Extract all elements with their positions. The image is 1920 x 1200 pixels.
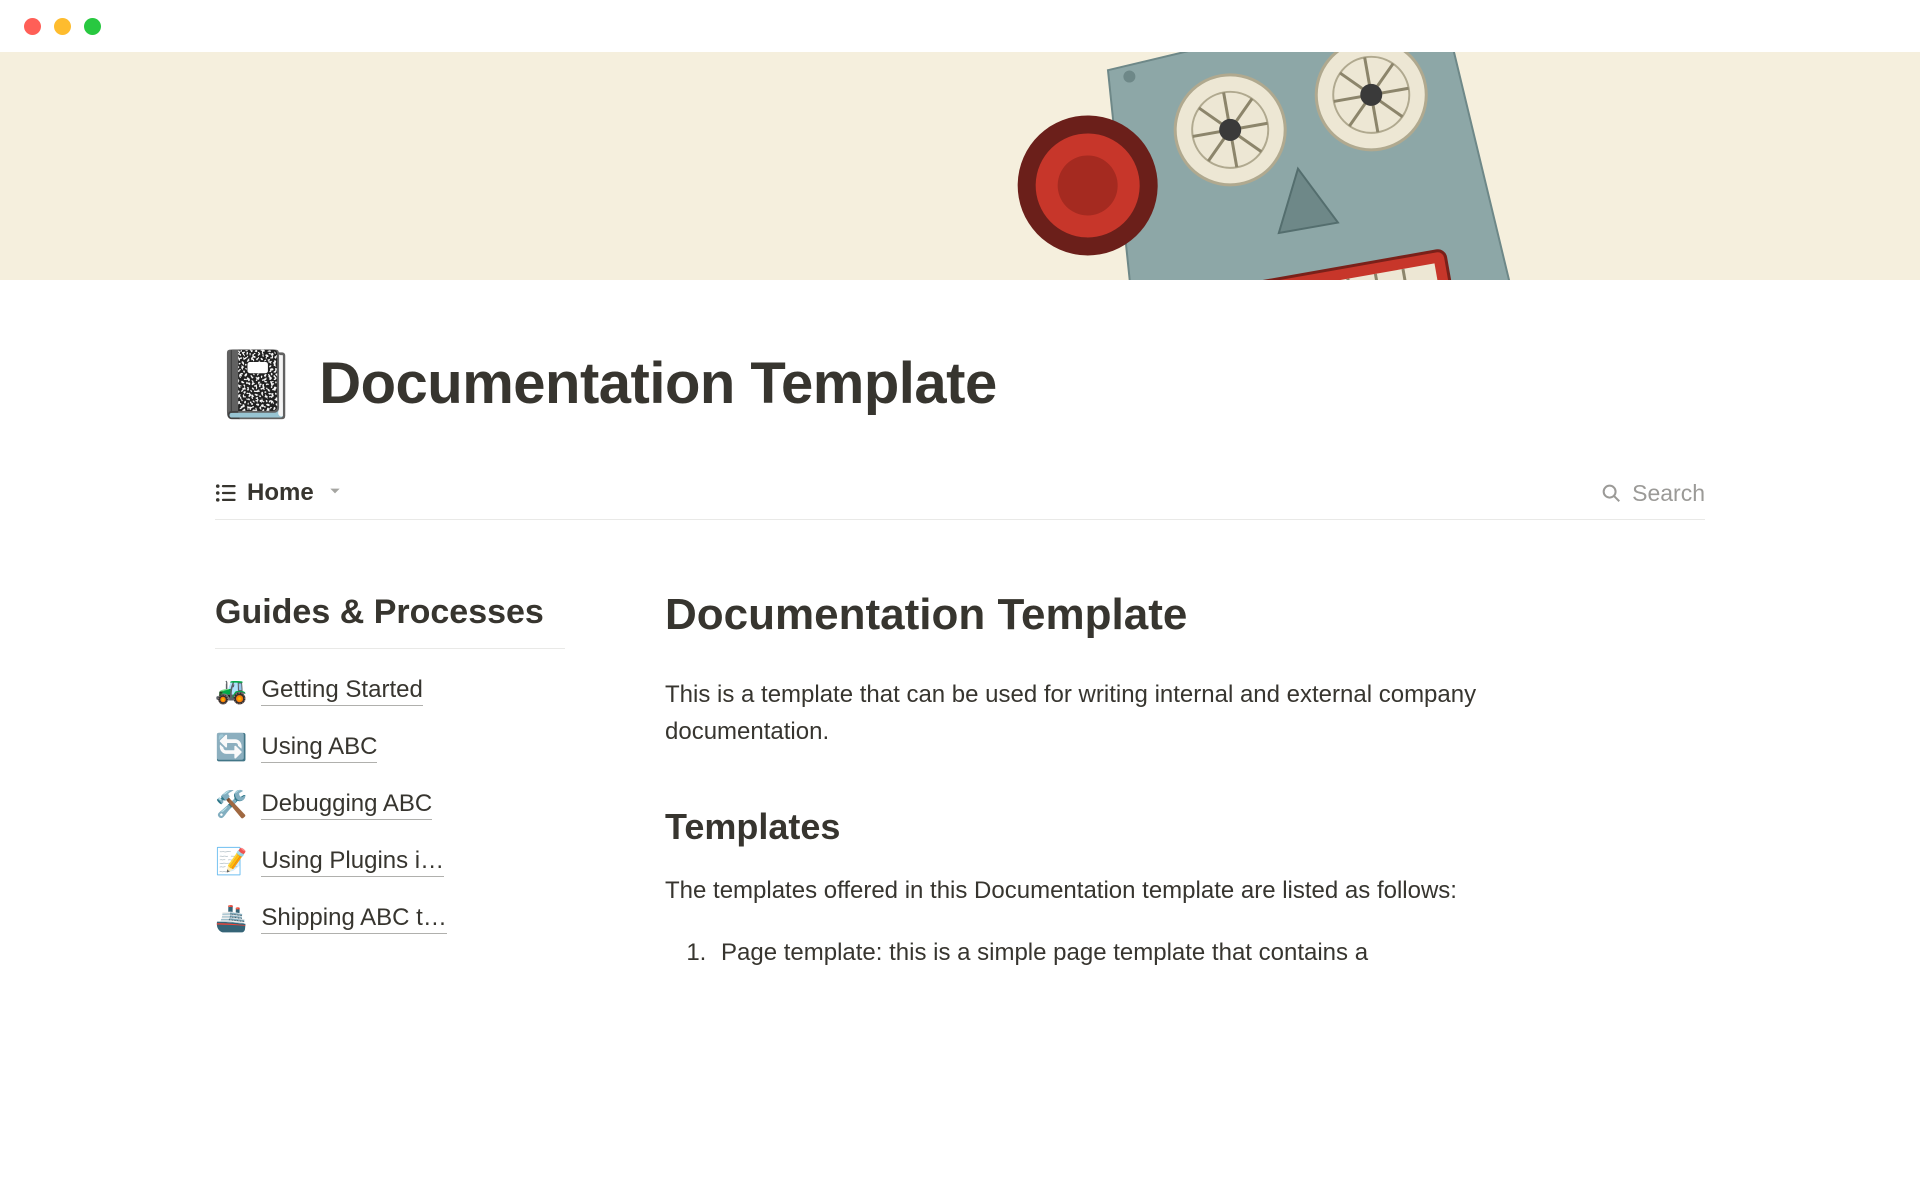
refresh-icon: 🔄 xyxy=(215,732,247,763)
chevron-down-icon xyxy=(328,484,342,503)
maximize-window-button[interactable] xyxy=(84,18,101,35)
main-content: Documentation Template This is a templat… xyxy=(665,590,1615,971)
sidebar-heading: Guides & Processes xyxy=(215,590,565,649)
sidebar-item-debugging-abc[interactable]: 🛠️ Debugging ABC xyxy=(215,789,565,820)
search-icon xyxy=(1600,482,1622,504)
sidebar-item-label: Using Plugins i… xyxy=(261,847,444,877)
list-view-icon xyxy=(215,482,237,504)
search-button[interactable]: Search xyxy=(1600,480,1705,507)
tools-icon: 🛠️ xyxy=(215,789,247,820)
doc-title[interactable]: Documentation Template xyxy=(665,590,1615,640)
doc-intro-paragraph[interactable]: This is a template that can be used for … xyxy=(665,676,1615,750)
section-heading-templates[interactable]: Templates xyxy=(665,806,1615,848)
sidebar-item-using-abc[interactable]: 🔄 Using ABC xyxy=(215,732,565,763)
sidebar-item-label: Debugging ABC xyxy=(261,790,432,820)
sidebar-item-getting-started[interactable]: 🚜 Getting Started xyxy=(215,675,565,706)
sidebar-item-label: Using ABC xyxy=(261,733,377,763)
view-selector[interactable]: Home xyxy=(215,479,342,507)
list-item[interactable]: Page template: this is a simple page tem… xyxy=(713,934,1615,971)
page-cover-image[interactable] xyxy=(0,52,1920,280)
database-view-bar: Home Search xyxy=(215,479,1705,520)
view-name-label: Home xyxy=(247,479,314,507)
close-window-button[interactable] xyxy=(24,18,41,35)
window-titlebar xyxy=(0,0,1920,52)
robot-illustration xyxy=(904,52,1656,280)
sidebar-item-shipping-abc[interactable]: 🚢 Shipping ABC t… xyxy=(215,903,565,934)
templates-list: Page template: this is a simple page tem… xyxy=(665,934,1615,971)
search-label: Search xyxy=(1632,480,1705,507)
sidebar-item-label: Getting Started xyxy=(261,676,422,706)
ship-icon: 🚢 xyxy=(215,903,247,934)
page-emoji-icon[interactable]: 📓 xyxy=(215,351,297,417)
minimize-window-button[interactable] xyxy=(54,18,71,35)
page-title[interactable]: Documentation Template xyxy=(319,350,997,417)
section-body[interactable]: The templates offered in this Documentat… xyxy=(665,872,1615,909)
sidebar-item-using-plugins[interactable]: 📝 Using Plugins i… xyxy=(215,846,565,877)
sidebar-item-label: Shipping ABC t… xyxy=(261,904,446,934)
tractor-icon: 🚜 xyxy=(215,675,247,706)
memo-icon: 📝 xyxy=(215,846,247,877)
